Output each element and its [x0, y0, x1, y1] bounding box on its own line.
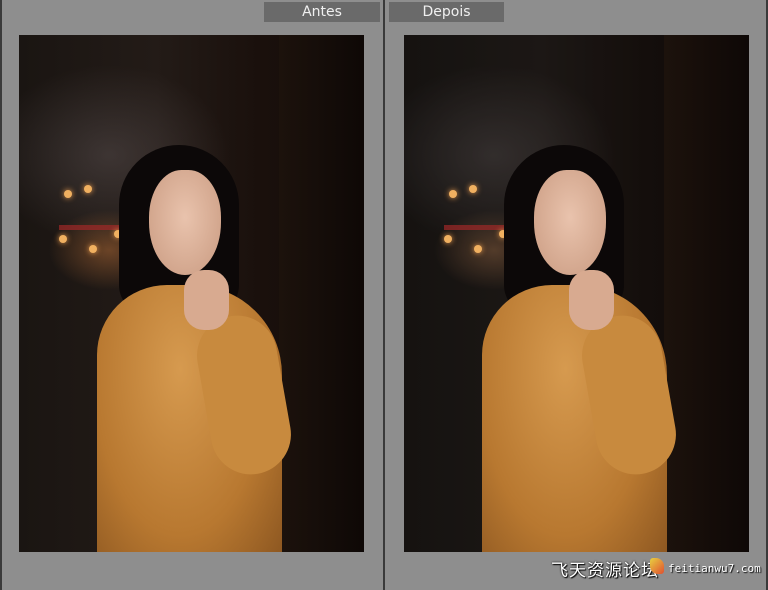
before-photo	[19, 35, 364, 552]
after-photo	[404, 35, 749, 552]
watermark-text: 飞天资源论坛	[551, 561, 659, 581]
left-border	[0, 0, 2, 590]
before-label: Antes	[264, 2, 380, 22]
watermark-logo-icon	[650, 558, 664, 574]
view-divider	[383, 0, 385, 590]
watermark-url: feitianwu7.com	[668, 562, 761, 575]
after-label: Depois	[389, 2, 504, 22]
